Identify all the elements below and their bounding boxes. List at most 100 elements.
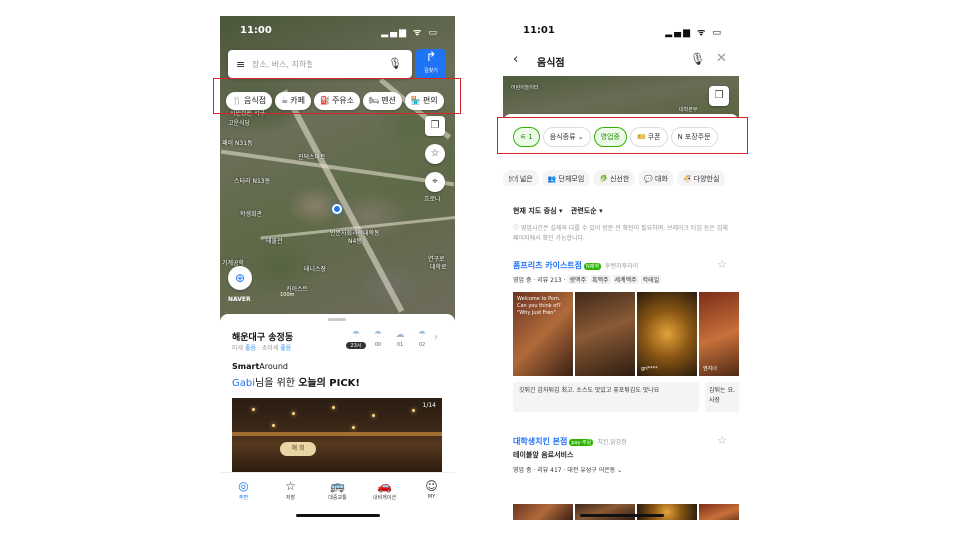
close-icon[interactable]: ✕ [716, 51, 727, 66]
highlight-box [497, 117, 748, 154]
search-bar[interactable]: ≡ 장소, 버스, 지하철, 주소 검색 🎙 [228, 50, 412, 78]
chevron-right-icon[interactable]: › [434, 332, 438, 343]
weather-hour: ☂ 23시 [346, 330, 366, 349]
pin-icon[interactable]: ⌖ [425, 172, 445, 192]
keyword-tag[interactable]: 🍽 넓은 [503, 170, 539, 186]
result-photo[interactable] [699, 504, 739, 520]
tag-label: 다양한실 [693, 175, 720, 183]
leaf-icon: 🥬 [599, 175, 608, 183]
result-title[interactable]: 폼프리츠 카이스트점 N예약 후렌치후라이 [513, 260, 638, 271]
home-indicator[interactable] [580, 514, 664, 517]
header: ‹ 음식점 🎙 ✕ [503, 44, 739, 76]
result-photo[interactable] [637, 504, 697, 520]
photo-counter: 1/14 [422, 402, 436, 409]
star-icon[interactable]: ☆ [717, 258, 727, 271]
map-label: N4동 [348, 238, 362, 245]
photo-decor [372, 414, 375, 417]
result-name[interactable]: 대학생치킨 본점 [513, 437, 567, 446]
group-icon: 👥 [547, 175, 557, 183]
review-snippet[interactable]: 감튀는 요. 사장 [705, 382, 739, 412]
keyword-tag[interactable]: 🍜 다양한실 [676, 170, 726, 186]
keyword-tag[interactable]: 🥬 신선한 [593, 170, 636, 186]
reservation-badge: N예약 [584, 263, 601, 270]
result-name[interactable]: 폼프리츠 카이스트점 [513, 261, 582, 270]
sheet-handle[interactable] [328, 318, 346, 321]
star-icon[interactable]: ☆ [425, 144, 445, 164]
photo-caption: Welcome to Pom. Can you think of? "Why J… [517, 296, 561, 316]
microphone-icon[interactable]: 🎙 [690, 52, 705, 66]
keyword-tag[interactable]: 💬 대화 [638, 170, 674, 186]
result-status: 영업 중 · 리뷰 213 · [513, 277, 566, 284]
tab-nearby[interactable]: ◎ 주변 [220, 479, 267, 501]
result-subtitle: 테이블앞 음료서비스 [513, 451, 574, 459]
result-photo[interactable] [575, 292, 635, 376]
bus-icon: 🚌 [330, 479, 345, 493]
result-photo[interactable]: 엔지너 [699, 292, 739, 376]
around-text: Around [259, 362, 288, 371]
map-label: 흐로나 [424, 196, 441, 203]
keyword-chip: 세계맥주 [612, 275, 639, 284]
pick-title: 오늘의 PICK! [298, 378, 360, 389]
tab-my[interactable]: ☺ MY [408, 479, 455, 500]
photo-decor [412, 409, 415, 412]
tag-label: 단체모임 [558, 175, 585, 183]
layers-icon[interactable]: ❐ [709, 86, 729, 106]
result-meta[interactable]: 영업 중 · 리뷰 417 · 대전 유성구 어은동 ⌄ [513, 465, 622, 474]
back-icon[interactable]: ‹ [513, 52, 518, 67]
tab-navigation[interactable]: 🚗 내비게이션 [361, 479, 408, 501]
order-dropdown[interactable]: 관련도순 ▾ [571, 207, 603, 215]
home-indicator[interactable] [296, 514, 380, 517]
keyword-chip: 칵테일 [640, 275, 662, 284]
tag-label: 넓은 [519, 175, 533, 183]
star-icon[interactable]: ☆ [717, 434, 727, 447]
pick-photo[interactable]: 해 희 1/14 [232, 398, 442, 474]
map-label: 진덕스마트 [298, 154, 326, 161]
cloud-icon: ☁ [395, 330, 405, 340]
menu-icon[interactable]: ≡ [236, 58, 245, 71]
results-sheet[interactable]: ⚟ 1 음식종류 ⌄ 영업중 🎫 쿠폰 N 포장주문 🍽 넓은 👥 단체모임 🥬 신선한 💬 대화 🍜 다양한실… [503, 114, 739, 520]
microphone-icon[interactable]: 🎙 [388, 57, 402, 70]
result-photo[interactable]: Welcome to Pom. Can you think of? "Why J… [513, 292, 573, 376]
keyword-tag[interactable]: 👥 단체모임 [541, 170, 591, 186]
layers-icon[interactable]: ❐ [425, 116, 445, 136]
chat-icon: 💬 [644, 175, 654, 183]
weather-hour-label: 00 [374, 342, 382, 348]
hourly-weather[interactable]: ☂ 23시 ☂ 00 ☁ 01 ☂ 02 [346, 330, 446, 354]
star-icon: ☆ [285, 479, 296, 493]
result-photo[interactable]: gri**** [637, 292, 697, 376]
result-photo[interactable] [513, 504, 573, 520]
rain-cloud-icon: ☂ [351, 330, 361, 340]
result-title[interactable]: 대학생치킨 본점 pay·주문 치킨,닭강정 [513, 436, 627, 447]
tag-label: 대화 [655, 175, 668, 183]
hours-notice: ⓘ 영업시간은 실제와 다를 수 있어 방문 전 확인이 필요하며, 브레이크 … [513, 225, 728, 242]
dust-value: 좋음 [244, 345, 257, 352]
keyword-chip: 생맥주 [567, 275, 588, 284]
page-title: 음식점 [537, 58, 565, 69]
status-time: 11:00 [240, 25, 272, 36]
directions-arrow-icon: ↱ [425, 50, 437, 65]
tab-transit[interactable]: 🚌 대중교통 [314, 479, 361, 501]
bottom-sheet[interactable]: 해운대구 송정동 미세 좋음 · 초미세 좋음 ☂ 23시 ☂ 00 ☁ 01 ☂ 02… [220, 314, 455, 474]
pick-heading: Gabi님을 위한 오늘의 PICK! [232, 374, 360, 389]
satellite-map[interactable]: 어린이놀이터 대학본부 ❐ [503, 76, 739, 118]
result-photo[interactable] [575, 504, 635, 520]
ultra-dust-value: 좋음 [280, 345, 292, 352]
tab-saved[interactable]: ☆ 저장 [267, 479, 314, 501]
noodle-icon: 🍜 [682, 175, 692, 183]
current-location-marker [332, 204, 342, 214]
air-quality: 미세 좋음 · 초미세 좋음 [232, 343, 291, 352]
rain-cloud-icon: ☂ [373, 330, 383, 340]
review-snippet[interactable]: 깃튀긴 감자튀김 최고. 소스도 맛있고 퓨포튀김도 맛나요 [513, 382, 699, 412]
result-photos[interactable] [513, 504, 739, 520]
status-icons: ▂▄▆ ᯤ ▭ [665, 28, 723, 38]
sort-row: 현재 지도 중심 ▾ 관련도순 ▾ [513, 206, 609, 216]
map-label: 학생회관 [240, 211, 263, 218]
area-dropdown[interactable]: 현재 지도 중심 ▾ [513, 207, 562, 215]
locate-me-icon[interactable]: ⊕ [228, 266, 252, 290]
tag-label: 신선한 [609, 175, 630, 183]
smart-around-logo: SmartAround [232, 362, 288, 371]
location-pin-icon: ◎ [238, 479, 249, 493]
result-photos[interactable]: Welcome to Pom. Can you think of? "Why J… [513, 292, 739, 376]
highlight-box [213, 78, 461, 114]
directions-button[interactable]: ↱ 길찾기 [416, 49, 446, 79]
